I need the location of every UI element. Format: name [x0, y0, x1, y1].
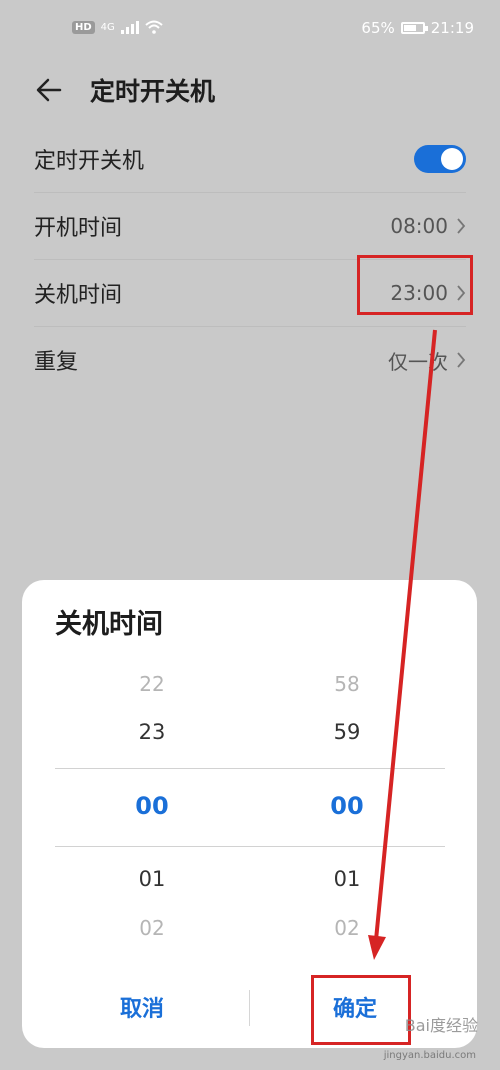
watermark-url: jingyan.baidu.com [383, 1050, 476, 1061]
watermark: Bai度经验 [404, 1016, 478, 1035]
annotation-arrow [368, 329, 437, 960]
